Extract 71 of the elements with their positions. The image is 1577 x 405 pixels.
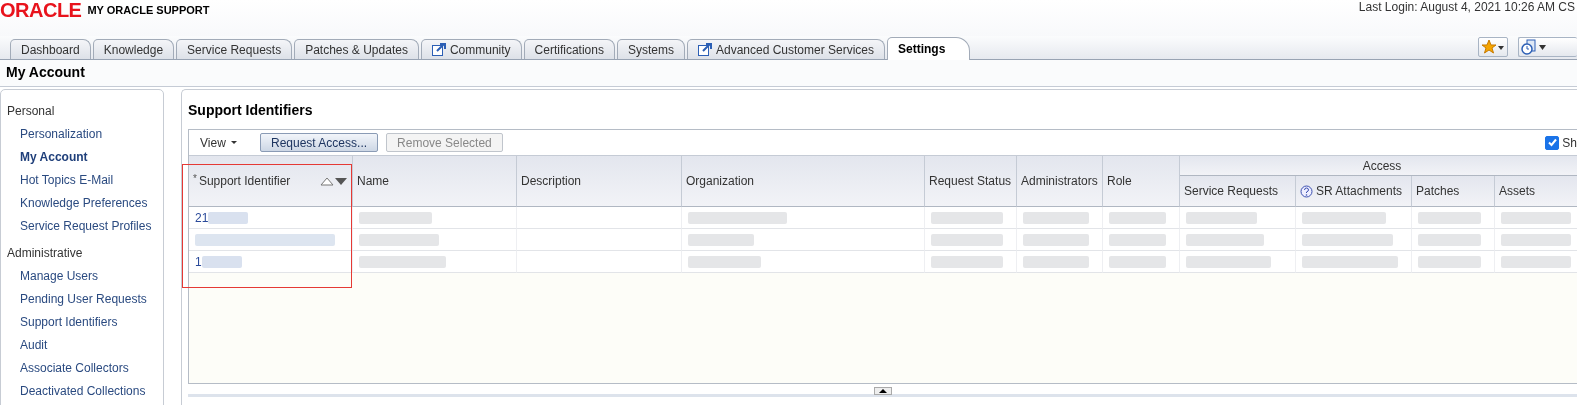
redacted-block [1109, 255, 1166, 268]
redacted-block [1023, 255, 1089, 268]
sidebar-link[interactable]: Service Request Profiles [1, 219, 163, 242]
redacted-block [1023, 233, 1089, 246]
collapse-handle-icon[interactable] [873, 387, 892, 395]
last-login: Last Login: August 4, 2021 10:26 AM CS [1358, 0, 1575, 14]
support-identifier-link[interactable]: 21 [195, 210, 209, 225]
column-header[interactable]: Description [517, 156, 682, 207]
sidebar-link[interactable]: Audit [1, 338, 163, 361]
redacted-block [1186, 211, 1257, 224]
redacted-block [1501, 233, 1571, 246]
clock-document-icon [1521, 39, 1547, 55]
caret-icon [229, 140, 238, 145]
column-header[interactable]: Request Status [925, 156, 1017, 207]
redacted-block [1418, 211, 1481, 224]
redacted-block [1418, 233, 1481, 246]
redacted-block [201, 255, 242, 268]
page-title: My Account [0, 60, 1577, 87]
sidebar-link[interactable]: My Account [1, 150, 163, 173]
redacted-block [1418, 255, 1481, 268]
column-header[interactable]: Role [1103, 156, 1180, 207]
redacted-block [1501, 255, 1571, 268]
column-header[interactable]: Administrators [1017, 156, 1103, 207]
toolbar-button[interactable]: Request Access... [260, 133, 379, 152]
panel-title: Support Identifiers [188, 102, 314, 120]
column-header[interactable]: Name [353, 156, 517, 207]
nav-tab[interactable]: Certifications [523, 39, 615, 59]
checkbox-label[interactable]: Sh [1562, 135, 1577, 150]
column-header[interactable]: * Support Identifier [189, 156, 353, 207]
sidebar-link[interactable]: Personalization [1, 127, 163, 150]
redacted-block [931, 233, 1003, 246]
checkbox[interactable] [1545, 135, 1560, 150]
required-mark: * [193, 174, 197, 184]
sidebar-link[interactable]: Hot Topics E-Mail [1, 173, 163, 196]
redacted-block [1501, 211, 1571, 224]
star-icon [1481, 39, 1505, 55]
external-link-icon [697, 43, 712, 56]
sidebar-link[interactable]: Associate Collectors [1, 361, 163, 384]
nav-tab[interactable]: Service Requests [176, 39, 293, 59]
redacted-block [931, 255, 1003, 268]
redacted-block [688, 233, 754, 246]
nav-tab[interactable]: Dashboard [10, 39, 91, 59]
nav-tab[interactable]: Community [420, 39, 522, 59]
sidebar-link[interactable]: Deactivated Collections [1, 384, 163, 405]
nav-tab[interactable]: Settings [887, 37, 971, 60]
recent-items-button[interactable] [1518, 37, 1577, 57]
support-identifier-link[interactable]: 1 [195, 254, 202, 269]
nav-tab[interactable]: Advanced Customer Services [686, 39, 886, 59]
redacted-block [1023, 211, 1089, 224]
redacted-block [208, 211, 249, 224]
sidebar-section-title: Administrative [6, 246, 84, 262]
redacted-block [1109, 211, 1166, 224]
product-name: MY ORACLE SUPPORT [87, 4, 210, 16]
column-header[interactable]: Assets [1499, 184, 1535, 198]
redacted-block [1109, 233, 1166, 246]
sidebar-section-title: Personal [6, 104, 56, 120]
nav-tab[interactable]: Knowledge [92, 39, 175, 59]
favorites-button[interactable] [1478, 37, 1508, 57]
oracle-logo: ORACLE [0, 0, 82, 20]
external-link-icon [431, 43, 446, 56]
column-group-header: Access [1180, 156, 1577, 176]
view-menu[interactable]: View [200, 135, 252, 150]
sidebar-link[interactable]: Knowledge Preferences [1, 196, 163, 219]
sort-icon[interactable] [320, 176, 348, 186]
column-header[interactable]: Organization [682, 156, 925, 207]
sidebar-link[interactable]: Pending User Requests [1, 292, 163, 315]
nav-tab[interactable]: Systems [616, 39, 685, 59]
redacted-block [931, 211, 1003, 224]
sidebar-link[interactable]: Support Identifiers [1, 315, 163, 338]
nav-tab[interactable]: Patches & Updates [294, 39, 419, 59]
sidebar-link[interactable]: Manage Users [1, 269, 163, 292]
